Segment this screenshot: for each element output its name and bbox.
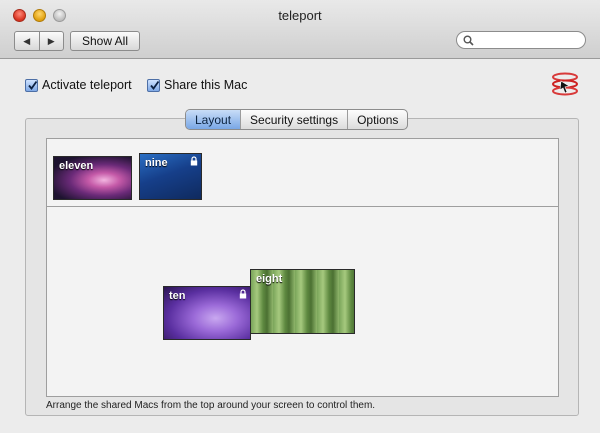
arranged-mac-eight[interactable]: eight	[250, 269, 355, 334]
forward-button[interactable]: ▶	[38, 32, 64, 50]
search-icon	[463, 35, 474, 46]
tab-security-settings[interactable]: Security settings	[240, 110, 347, 129]
share-this-mac-label: Share this Mac	[164, 78, 248, 92]
activate-teleport-label: Activate teleport	[42, 78, 132, 92]
search-input[interactable]	[456, 31, 586, 49]
arranged-mac-ten[interactable]: ten	[163, 286, 251, 340]
toolbar: teleport ◀ ▶ Show All	[0, 0, 600, 59]
back-forward-buttons: ◀ ▶	[14, 31, 64, 51]
tab-layout[interactable]: Layout	[186, 110, 241, 129]
checkmark-icon	[150, 80, 160, 90]
mac-name: eleven	[59, 160, 94, 172]
shared-mac-eleven[interactable]: eleven	[53, 156, 132, 200]
instruction-text: Arrange the shared Macs from the top aro…	[46, 400, 376, 411]
share-this-mac-option[interactable]: Share this Mac	[147, 78, 247, 92]
shared-mac-nine[interactable]: nine	[139, 153, 202, 200]
lock-icon	[190, 156, 198, 166]
preferences-window: teleport ◀ ▶ Show All Activate teleport …	[0, 0, 600, 433]
activate-teleport-checkbox[interactable]	[25, 78, 38, 92]
back-button[interactable]: ◀	[15, 32, 39, 50]
show-all-button[interactable]: Show All	[70, 31, 140, 51]
share-this-mac-checkbox[interactable]	[147, 78, 160, 92]
window-title: teleport	[278, 8, 322, 23]
tab-options[interactable]: Options	[347, 110, 407, 129]
mac-name: eight	[256, 273, 283, 285]
tab-bar: Layout Security settings Options	[185, 109, 409, 130]
activate-teleport-option[interactable]: Activate teleport	[25, 78, 132, 92]
teleport-icon	[552, 72, 578, 96]
checkmark-icon	[28, 80, 38, 90]
mac-name: ten	[169, 290, 186, 302]
layout-divider	[46, 206, 559, 207]
lock-icon	[239, 289, 247, 299]
mac-name: nine	[145, 157, 168, 169]
